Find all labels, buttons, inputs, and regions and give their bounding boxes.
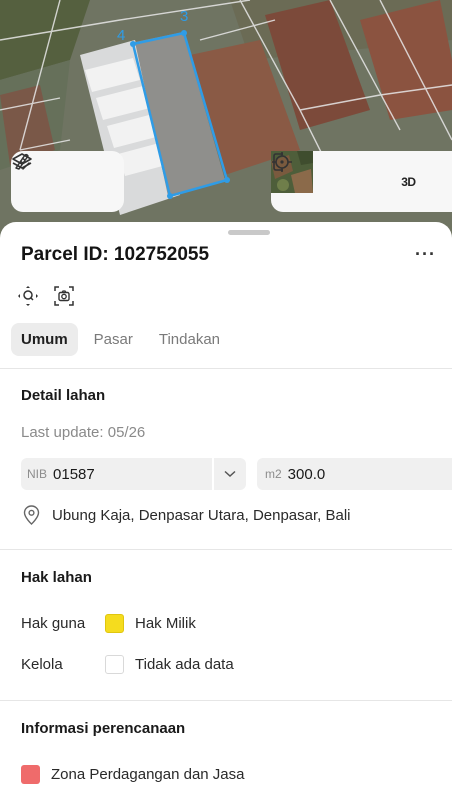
rights-value: Tidak ada data <box>135 656 234 673</box>
screenshot-button[interactable] <box>53 285 75 307</box>
rights-row-kelola: Kelola Tidak ada data <box>21 655 234 674</box>
rights-label: Hak guna <box>21 615 86 632</box>
nib-field[interactable]: NIB 01587 <box>21 458 246 490</box>
tab-pasar[interactable]: Pasar <box>84 323 143 356</box>
rights-value: Hak Milik <box>135 615 196 632</box>
nib-value: 01587 <box>53 465 95 483</box>
address-row: Ubung Kaja, Denpasar Utara, Denpasar, Ba… <box>23 505 351 525</box>
vertex-label-3: 3 <box>180 8 188 25</box>
parcel-title: Parcel ID: 102752055 <box>21 244 210 265</box>
more-options-button[interactable]: ··· <box>415 244 436 265</box>
rights-label: Kelola <box>21 656 63 673</box>
tab-tindakan[interactable]: Tindakan <box>149 323 230 356</box>
zone-text: Zona Perdagangan dan Jasa <box>51 766 245 783</box>
rights-row-hak-guna: Hak guna Hak Milik <box>21 614 196 633</box>
tab-umum[interactable]: Umum <box>11 323 78 356</box>
tab-bar: Umum Pasar Tindakan <box>11 323 230 356</box>
camera-icon <box>54 286 74 306</box>
divider <box>0 368 452 369</box>
area-field[interactable]: m2 300.0 <box>257 458 452 490</box>
last-update-text: Last update: 05/26 <box>21 424 146 441</box>
divider <box>0 549 452 550</box>
divider <box>0 700 452 701</box>
measure-button[interactable] <box>15 153 111 201</box>
sheet-drag-handle[interactable] <box>228 230 270 235</box>
parcel-actions <box>17 285 75 307</box>
nib-prefix: NIB <box>27 467 48 481</box>
area-value: 300.0 <box>287 465 326 483</box>
rotate-icon[interactable] <box>273 153 452 201</box>
location-pin-icon <box>23 505 40 525</box>
detail-heading: Detail lahan <box>21 387 106 404</box>
measure-icon <box>15 153 30 170</box>
kelola-swatch <box>105 655 124 674</box>
zoom-to-parcel-button[interactable] <box>17 285 39 307</box>
area-prefix: m2 <box>265 467 282 481</box>
nib-dropdown-button[interactable] <box>212 458 246 490</box>
zone-row: Zona Perdagangan dan Jasa <box>21 765 244 784</box>
chevron-down-icon <box>224 470 236 478</box>
zoom-to-parcel-icon <box>18 286 38 306</box>
address-text: Ubung Kaja, Denpasar Utara, Denpasar, Ba… <box>52 506 351 524</box>
planning-heading: Informasi perencanaan <box>21 720 186 737</box>
parcel-detail-sheet: Parcel ID: 102752055 ··· Umum Pasar Tind… <box>0 222 452 804</box>
zone-swatch <box>21 765 40 784</box>
locate-button[interactable] <box>272 152 376 201</box>
map-view[interactable]: 4 3 3D <box>0 0 452 240</box>
3d-button[interactable]: 3D <box>389 163 427 201</box>
vertex-label-4: 4 <box>117 27 125 44</box>
map-tools-right: 3D <box>271 151 452 212</box>
rights-heading: Hak lahan <box>21 569 92 586</box>
map-tools-left <box>11 151 124 212</box>
hak-guna-swatch <box>105 614 124 633</box>
